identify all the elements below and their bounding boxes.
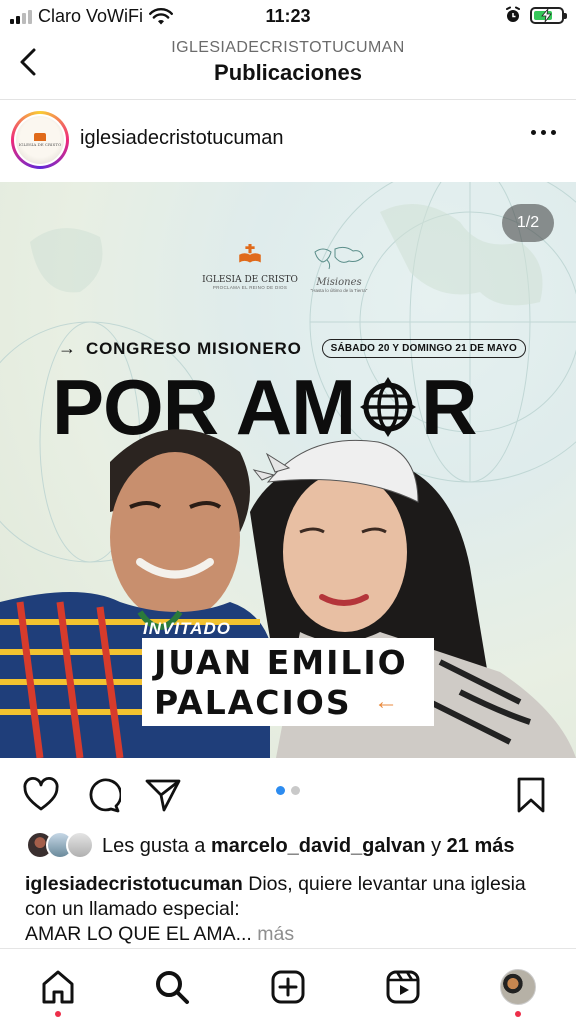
arrow-right-icon: → — [58, 338, 76, 358]
church-tagline: PROCLAMA EL REINO DE DIOS — [212, 285, 288, 290]
caption-username[interactable]: iglesiadecristotucuman — [25, 873, 243, 895]
carousel-dot-active — [276, 786, 285, 795]
home-icon — [42, 970, 74, 1004]
page-header: IGLESIADECRISTOTUCUMAN Publicaciones — [0, 34, 576, 100]
nav-search[interactable] — [152, 967, 192, 1007]
avatar[interactable]: IGLESIA DE CRISTO — [11, 111, 69, 169]
nav-reels[interactable] — [383, 967, 423, 1007]
post-actions — [0, 758, 576, 828]
event-label: CONGRESO MISIONERO — [86, 338, 302, 358]
post-image[interactable]: 1/2 IGLESIA DE CRISTO PROCLAMA EL REINO … — [0, 182, 576, 758]
liker-avatar — [66, 831, 94, 859]
world-map-icon — [314, 246, 364, 270]
like-heart-icon[interactable] — [22, 776, 60, 814]
page-title: Publicaciones — [214, 60, 362, 85]
search-icon — [156, 971, 189, 1004]
carousel-dot — [291, 786, 300, 795]
event-row: → CONGRESO MISIONERO SÁBADO 20 Y DOMINGO… — [58, 338, 527, 359]
post-username[interactable]: iglesiadecristotucuman — [80, 127, 283, 150]
guest-label: INVITADO — [143, 619, 231, 638]
comment-icon[interactable] — [83, 776, 121, 814]
logos-group: IGLESIA DE CRISTO PROCLAMA EL REINO DE D… — [200, 244, 380, 304]
likes-connector: y — [425, 834, 447, 857]
caption-more-link[interactable]: más — [252, 923, 294, 945]
liker-avatars — [26, 831, 96, 861]
profile-notification-dot — [515, 1011, 521, 1017]
carousel-counter: 1/2 — [502, 204, 554, 242]
likes-others-count[interactable]: 21 más — [447, 835, 515, 857]
church-logo: IGLESIA DE CRISTO PROCLAMA EL REINO DE D… — [200, 244, 300, 290]
missions-label: Misiones — [316, 277, 362, 288]
likes-row[interactable]: Les gusta a marcelo_david_galvan y 21 má… — [26, 830, 515, 862]
profile-avatar — [500, 969, 536, 1005]
event-dates: SÁBADO 20 Y DOMINGO 21 DE MAYO — [321, 339, 527, 358]
church-name: IGLESIA DE CRISTO — [202, 275, 298, 285]
nav-new-post[interactable] — [268, 967, 308, 1007]
arrow-left-icon: ← — [374, 688, 398, 715]
status-time: 11:23 — [265, 6, 311, 26]
battery-charging-icon — [530, 6, 567, 24]
post-caption: iglesiadecristotucuman Dios, quiere leva… — [25, 872, 555, 947]
likes-prefix: Les gusta a — [102, 834, 211, 857]
more-options-icon[interactable] — [531, 130, 556, 135]
alarm-icon — [506, 6, 520, 22]
reels-icon — [386, 970, 420, 1004]
likes-text: Les gusta a marcelo_david_galvan y 21 má… — [102, 835, 515, 858]
status-right — [504, 6, 567, 24]
nav-home[interactable] — [38, 967, 78, 1007]
notification-dot — [55, 1011, 61, 1017]
guest-name-box: JUAN EMILIO PALACIOS ← — [142, 638, 434, 726]
carousel-indicator — [276, 786, 300, 795]
missions-logo: Misiones "Hasta lo último de la Tierra" — [304, 244, 374, 293]
guest-name-line1: JUAN EMILIO — [154, 643, 408, 682]
status-bar: Claro VoWiFi 11:23 — [0, 0, 576, 34]
liker-username[interactable]: marcelo_david_galvan — [211, 835, 426, 857]
caption-line2: AMAR LO QUE EL AMA... — [25, 923, 252, 945]
missions-tagline: "Hasta lo último de la Tierra" — [310, 288, 368, 293]
nav-profile[interactable] — [498, 967, 538, 1007]
header-account-name: IGLESIADECRISTOTUCUMAN — [171, 39, 405, 56]
post-header: IGLESIA DE CRISTO iglesiadecristotucuman — [0, 100, 576, 182]
bookmark-icon[interactable] — [512, 776, 550, 814]
bible-cross-icon — [239, 244, 261, 263]
share-send-icon[interactable] — [144, 776, 182, 814]
bottom-navigation — [0, 948, 576, 1024]
new-post-icon — [271, 970, 305, 1004]
